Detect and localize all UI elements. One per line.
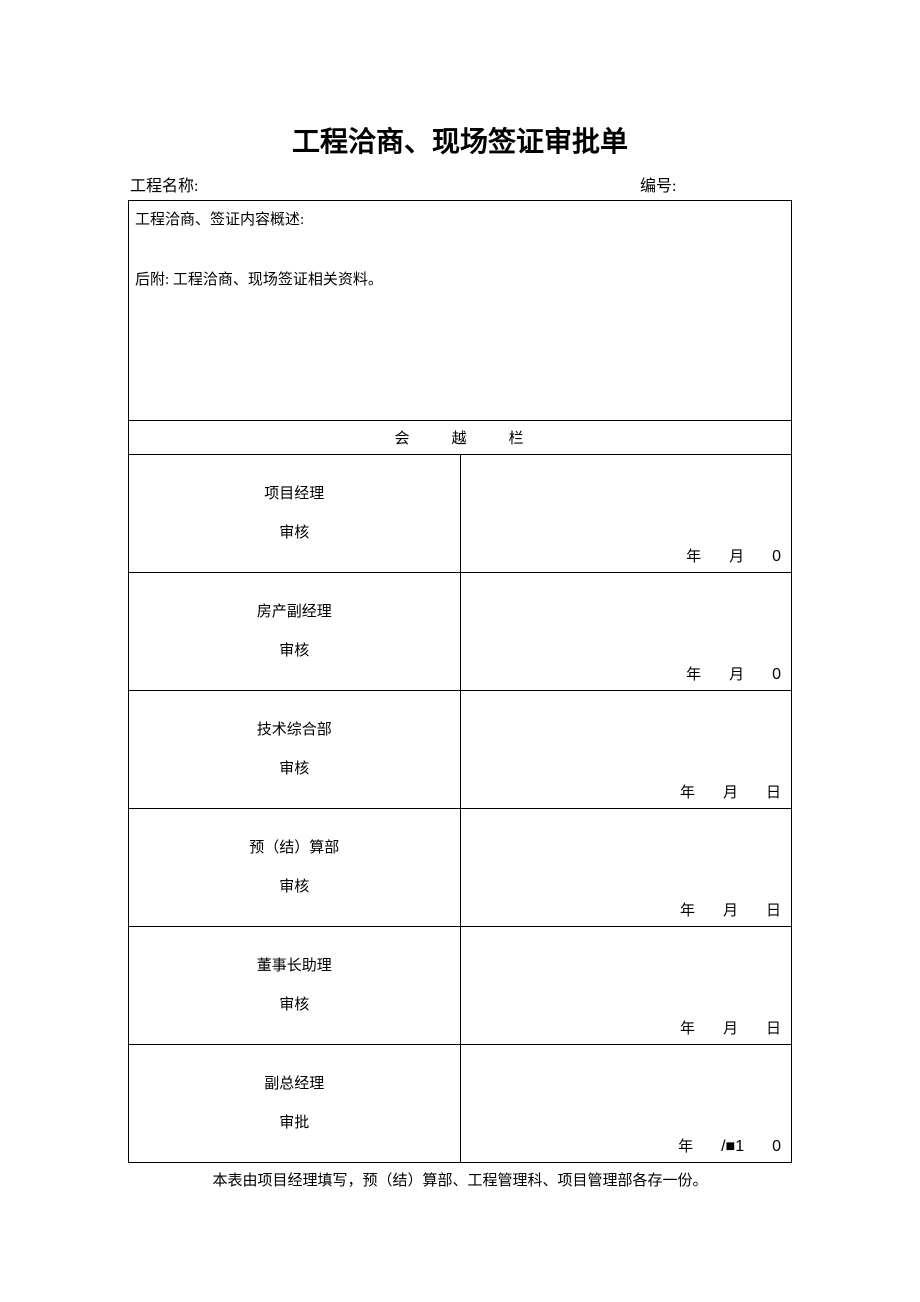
action-label: 审核 bbox=[129, 986, 460, 1025]
signature-cell: 年月日 bbox=[460, 691, 792, 809]
footer-note: 本表由项目经理填写，预（结）算部、工程管理科、项目管理部各存一份。 bbox=[128, 1169, 792, 1190]
signature-cell: 年 月 0 bbox=[460, 573, 792, 691]
signature-cell: 年月日 bbox=[460, 927, 792, 1045]
table-row: 预（结）算部 审核 年 月 日 bbox=[129, 809, 792, 927]
date-line: 年 月 0 bbox=[467, 545, 782, 566]
table-row: 董事长助理 审核 年 月 日 bbox=[129, 927, 792, 1045]
month-label: 月 bbox=[729, 549, 744, 565]
day-label: 0 bbox=[772, 666, 781, 684]
year-label: 年 bbox=[686, 549, 701, 565]
action-label: 审核 bbox=[129, 868, 460, 907]
role-label: 房产副经理 bbox=[129, 593, 460, 632]
section-char-2: 越 bbox=[451, 431, 468, 447]
month-label: 月 bbox=[723, 1021, 738, 1037]
role-label: 董事长助理 bbox=[129, 947, 460, 986]
date-line: 年月日 bbox=[467, 899, 782, 920]
role-cell: 副总经理 审批 bbox=[129, 1045, 461, 1163]
form-title: 工程洽商、现场签证审批单 bbox=[128, 120, 792, 160]
day-label: 日 bbox=[766, 785, 781, 801]
date-line: 年月日 bbox=[467, 781, 782, 802]
action-label: 审核 bbox=[129, 514, 460, 553]
role-cell: 项目经理 审核 bbox=[129, 455, 461, 573]
signature-cell: 年 月 0 bbox=[460, 455, 792, 573]
day-label: 0 bbox=[772, 548, 781, 566]
action-label: 审核 bbox=[129, 750, 460, 789]
approval-table: 工程洽商、签证内容概述: 后附: 工程洽商、现场签证相关资料。 会 越 栏 项目经理… bbox=[128, 200, 792, 1163]
month-label: 月 bbox=[723, 785, 738, 801]
signature-cell: 年月日 bbox=[460, 809, 792, 927]
number-label: 编号: bbox=[640, 172, 790, 196]
role-cell: 技术综合部 审核 bbox=[129, 691, 461, 809]
role-label: 副总经理 bbox=[129, 1065, 460, 1104]
table-row: 技术综合部 审核 年 月 日 bbox=[129, 691, 792, 809]
year-label: 年 bbox=[678, 1139, 693, 1155]
role-cell: 预（结）算部 审核 bbox=[129, 809, 461, 927]
day-label: 0 bbox=[772, 1138, 781, 1156]
date-line: 年 /■1 0 bbox=[467, 1135, 782, 1156]
role-cell: 董事长助理 审核 bbox=[129, 927, 461, 1045]
table-row: 副总经理 审批 年 /■1 0 bbox=[129, 1045, 792, 1163]
description-cell: 工程洽商、签证内容概述: 后附: 工程洽商、现场签证相关资料。 bbox=[129, 201, 792, 421]
month-label: 月 bbox=[729, 667, 744, 683]
year-label: 年 bbox=[680, 1021, 695, 1037]
table-row: 房产副经理 审核 年 月 0 bbox=[129, 573, 792, 691]
date-line: 年 月 0 bbox=[467, 663, 782, 684]
desc-line-2: 后附: 工程洽商、现场签证相关资料。 bbox=[135, 265, 785, 295]
year-label: 年 bbox=[680, 903, 695, 919]
table-row: 项目经理 审核 年 月 0 bbox=[129, 455, 792, 573]
role-label: 项目经理 bbox=[129, 475, 460, 514]
day-label: 日 bbox=[766, 903, 781, 919]
year-label: 年 bbox=[686, 667, 701, 683]
year-label: 年 bbox=[680, 785, 695, 801]
day-label: 日 bbox=[766, 1021, 781, 1037]
role-label: 技术综合部 bbox=[129, 711, 460, 750]
action-label: 审批 bbox=[129, 1104, 460, 1143]
action-label: 审核 bbox=[129, 632, 460, 671]
month-label: /■1 bbox=[721, 1138, 744, 1156]
header-row: 工程名称: 编号: bbox=[128, 172, 792, 200]
date-line: 年月日 bbox=[467, 1017, 782, 1038]
section-header: 会越栏 bbox=[129, 421, 792, 455]
project-name-label: 工程名称: bbox=[130, 172, 640, 196]
desc-line-1: 工程洽商、签证内容概述: bbox=[135, 205, 785, 235]
month-label: 月 bbox=[723, 903, 738, 919]
section-char-1: 会 bbox=[394, 431, 411, 447]
role-cell: 房产副经理 审核 bbox=[129, 573, 461, 691]
role-label: 预（结）算部 bbox=[129, 829, 460, 868]
signature-cell: 年 /■1 0 bbox=[460, 1045, 792, 1163]
section-char-3: 栏 bbox=[509, 431, 526, 447]
